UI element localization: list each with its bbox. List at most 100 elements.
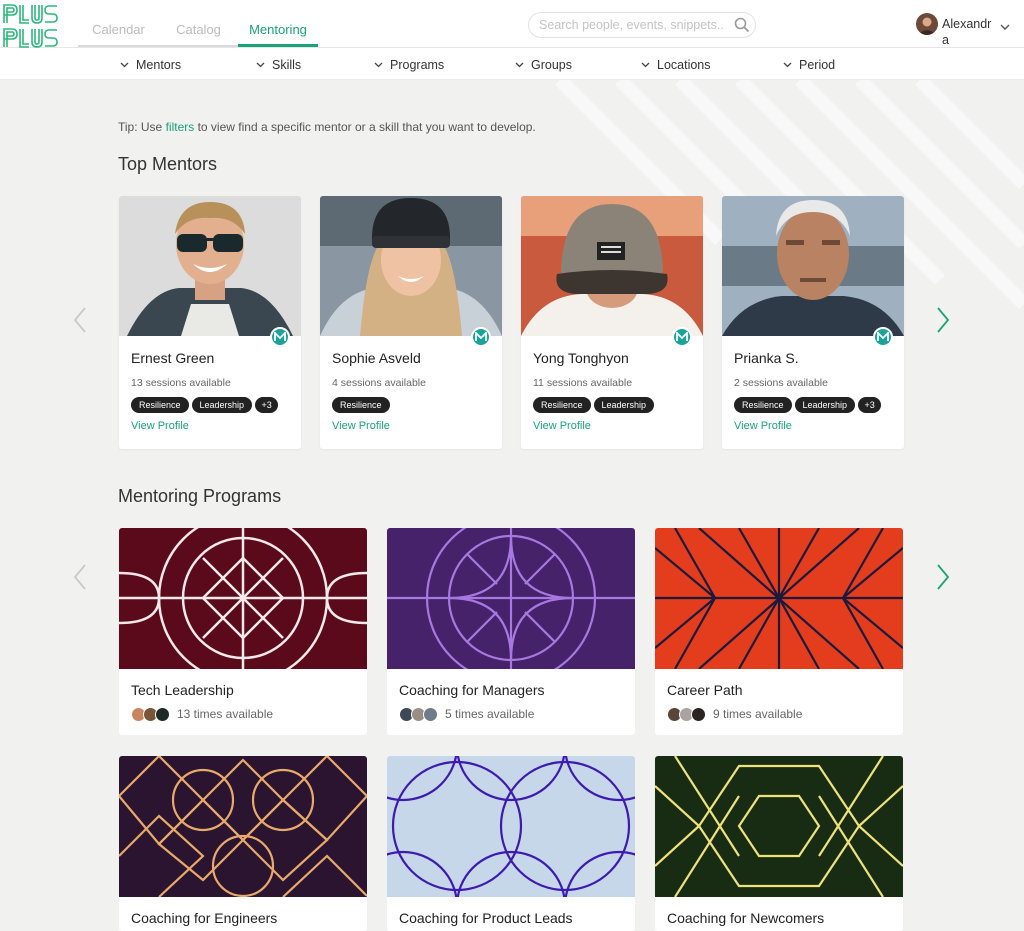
chevron-down-icon <box>515 62 524 68</box>
mentor-sessions: 2 sessions available <box>734 377 828 389</box>
tip-text: Tip: Use filters to view find a specific… <box>118 120 536 134</box>
mentor-name[interactable]: Ernest Green <box>131 350 214 366</box>
filter-period[interactable]: Period <box>783 56 835 74</box>
user-name[interactable]: Alexandra <box>942 16 994 48</box>
search-icon[interactable] <box>733 16 751 34</box>
tip-prefix: Tip: Use <box>118 120 163 134</box>
program-card[interactable]: Coaching for Managers 5 times available <box>387 528 635 735</box>
filter-label: Locations <box>657 58 711 72</box>
mentor-photo[interactable] <box>119 196 301 336</box>
user-menu[interactable]: Alexandra <box>916 12 1024 48</box>
top-mentors-title: Top Mentors <box>118 154 218 174</box>
program-card[interactable]: Coaching for Engineers <box>119 756 367 931</box>
mentor-badge-icon <box>873 327 893 347</box>
plusplus-logo[interactable] <box>2 2 60 48</box>
filter-skills[interactable]: Skills <box>256 56 301 74</box>
program-art[interactable] <box>119 756 367 898</box>
mentor-sessions: 4 sessions available <box>332 377 426 389</box>
chevron-right-icon[interactable] <box>934 563 952 591</box>
filter-label: Skills <box>272 58 302 72</box>
program-art[interactable] <box>655 756 903 898</box>
mentor-sessions: 11 sessions available <box>533 377 633 389</box>
participant-avatar <box>691 706 706 722</box>
program-card[interactable]: Coaching for Newcomers <box>655 756 903 931</box>
tab-track <box>78 45 238 47</box>
program-title[interactable]: Career Path <box>667 682 742 698</box>
mentor-card[interactable]: Prianka S. 2 sessions available Resilien… <box>722 196 904 449</box>
program-title[interactable]: Coaching for Newcomers <box>667 910 824 926</box>
program-title[interactable]: Tech Leadership <box>131 682 234 698</box>
availability-text: 13 times available <box>177 707 274 721</box>
filter-label: Groups <box>531 58 572 72</box>
program-card[interactable]: Coaching for Product Leads <box>387 756 635 931</box>
skill-tag[interactable]: Resilience <box>533 397 591 413</box>
participant-avatar <box>423 706 438 722</box>
program-art[interactable] <box>387 528 635 684</box>
skill-tag[interactable]: Resilience <box>734 397 792 413</box>
view-profile-link[interactable]: View Profile <box>332 420 390 432</box>
mentor-badge-icon <box>672 327 692 347</box>
filter-label: Mentors <box>136 58 182 72</box>
more-tags-badge[interactable]: +3 <box>858 397 882 413</box>
mentoring-programs-title: Mentoring Programs <box>118 486 282 506</box>
skill-tag[interactable]: Leadership <box>794 397 856 413</box>
chevron-down-icon <box>256 62 265 68</box>
main-content: Tip: Use filters to view find a specific… <box>0 80 1024 931</box>
chevron-left-icon[interactable] <box>71 306 89 334</box>
filter-groups[interactable]: Groups <box>515 56 572 74</box>
program-meta: 9 times available <box>667 705 802 723</box>
program-card[interactable]: Career Path 9 times available <box>655 528 903 735</box>
skill-tag[interactable]: Resilience <box>131 397 189 413</box>
skill-tags: Resilience Leadership <box>533 397 655 413</box>
view-profile-link[interactable]: View Profile <box>734 420 792 432</box>
view-profile-link[interactable]: View Profile <box>131 420 189 432</box>
skill-tag[interactable]: Resilience <box>332 397 390 413</box>
participant-avatar <box>155 706 170 722</box>
filter-locations[interactable]: Locations <box>641 56 711 74</box>
chevron-down-icon <box>374 62 383 68</box>
filter-bar: Mentors Skills Programs Groups Locations… <box>0 48 1024 80</box>
skill-tags: Resilience Leadership +3 <box>131 397 279 413</box>
program-meta: 5 times available <box>399 705 534 723</box>
search-box[interactable] <box>528 12 756 38</box>
program-art[interactable] <box>655 528 903 670</box>
chevron-left-icon[interactable] <box>71 563 89 591</box>
program-title[interactable]: Coaching for Product Leads <box>399 910 573 926</box>
program-title[interactable]: Coaching for Engineers <box>131 910 277 926</box>
mentor-badge-icon <box>270 327 290 347</box>
mentor-card[interactable]: Sophie Asveld 4 sessions available Resil… <box>320 196 502 449</box>
mentor-card[interactable]: Ernest Green 13 sessions available Resil… <box>119 196 301 449</box>
mentor-name[interactable]: Sophie Asveld <box>332 350 421 366</box>
availability-text: 9 times available <box>713 707 803 721</box>
filters-link[interactable]: filters <box>166 120 195 134</box>
more-tags-badge[interactable]: +3 <box>255 397 279 413</box>
program-card[interactable]: Tech Leadership 13 times available <box>119 528 367 735</box>
search-input[interactable] <box>529 13 725 37</box>
mentor-photo[interactable] <box>722 196 904 336</box>
chevron-down-icon[interactable] <box>999 19 1011 30</box>
user-avatar[interactable] <box>916 13 938 35</box>
skill-tag[interactable]: Leadership <box>593 397 655 413</box>
top-navigation-bar: Calendar Catalog Mentoring Alexandra <box>0 0 1024 48</box>
chevron-right-icon[interactable] <box>934 306 952 334</box>
mentor-photo[interactable] <box>320 196 502 336</box>
skill-tag[interactable]: Leadership <box>191 397 253 413</box>
mentor-badge-icon <box>471 327 491 347</box>
program-meta: 13 times available <box>131 705 273 723</box>
tip-suffix: to view find a specific mentor or a skil… <box>197 120 536 134</box>
skill-tags: Resilience Leadership +3 <box>734 397 882 413</box>
mentor-photo[interactable] <box>521 196 703 336</box>
mentor-card[interactable]: Yong Tonghyon 11 sessions available Resi… <box>521 196 703 449</box>
mentor-name[interactable]: Prianka S. <box>734 350 799 366</box>
chevron-down-icon <box>783 62 792 68</box>
program-art[interactable] <box>119 528 367 688</box>
availability-text: 5 times available <box>445 707 535 721</box>
view-profile-link[interactable]: View Profile <box>533 420 591 432</box>
mentor-name[interactable]: Yong Tonghyon <box>533 350 629 366</box>
filter-mentors[interactable]: Mentors <box>120 56 181 74</box>
mentor-sessions: 13 sessions available <box>131 377 231 389</box>
program-title[interactable]: Coaching for Managers <box>399 682 545 698</box>
chevron-down-icon <box>120 62 129 68</box>
filter-programs[interactable]: Programs <box>374 56 444 74</box>
program-art[interactable] <box>387 756 635 931</box>
